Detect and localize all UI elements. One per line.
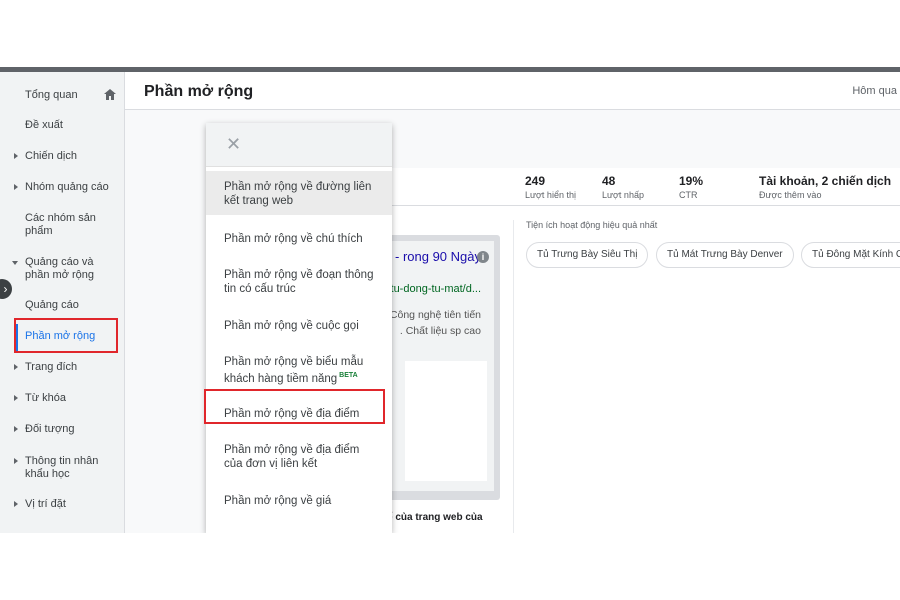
stat-label: Lượt hiển thị (525, 190, 576, 200)
page-title: Phần mở rộng (144, 83, 254, 100)
sidebar-item-label: Trang đích (25, 361, 78, 373)
menu-item-call[interactable]: Phần mở rộng về cuộc gọi (206, 310, 392, 340)
menu-item-lead-form[interactable]: Phần mở rộng về biểu mẫu khách hàng tiềm… (206, 346, 392, 390)
stat-label: Lượt nhấp (602, 190, 644, 200)
sidebar-item-product-groups[interactable]: Các nhóm sản phẩm (0, 212, 124, 240)
sidebar-item-label: Thông tin nhân khẩu học (25, 455, 99, 480)
sidebar-item-ads[interactable]: Quảng cáo (0, 299, 124, 315)
extension-chip[interactable]: Tủ Mát Trưng Bày Denver (656, 242, 794, 268)
info-icon[interactable]: i (477, 251, 489, 263)
sidebar-item-demographics[interactable]: Thông tin nhân khẩu học (0, 455, 124, 483)
stat-value: 249 (525, 174, 546, 188)
section-text: ể của trang web của (387, 512, 483, 523)
menu-item-label: Phần mở rộng về giá (224, 495, 332, 507)
stat-label: Được thêm vào (759, 190, 822, 200)
stat-value: 19% (679, 174, 704, 188)
stat-impressions: 249 Lượt hiển thị (525, 174, 576, 200)
chevron-right-icon (14, 501, 18, 507)
highlight-box-location (204, 389, 385, 424)
menu-item-structured-snippet[interactable]: Phần mở rộng về đoạn thông tin có cấu tr… (206, 259, 392, 303)
sidebar-item-label: Quảng cáo (25, 299, 79, 311)
menu-item-label: Phần mở rộng về chú thích (224, 233, 363, 245)
column-divider (513, 220, 514, 533)
sidebar-item-label: Đối tượng (25, 423, 75, 435)
dropdown-header: ✕ (206, 123, 392, 167)
close-icon[interactable]: ✕ (226, 134, 241, 154)
stat-value: 48 (602, 174, 616, 188)
menu-item-label: Phần mở rộng về địa điểm của đơn vị liên… (224, 444, 360, 470)
menu-item-label: Phần mở rộng về đường liên kết trang web (224, 181, 372, 207)
stat-label: CTR (679, 190, 698, 200)
sidebar-item-label: Vị trí đặt (25, 498, 66, 510)
menu-item-price[interactable]: Phần mở rộng về giá (206, 485, 392, 515)
chevron-right-icon (14, 364, 18, 370)
chevron-down-icon (12, 261, 18, 265)
stat-clicks: 48 Lượt nhấp (602, 174, 644, 200)
extension-chip[interactable]: Tủ Đông Mặt Kính C (801, 242, 900, 268)
sidebar-item-label: Chiến dịch (25, 150, 77, 162)
sidebar-item-landing-pages[interactable]: Trang đích (0, 361, 124, 377)
stats-bar: 249 Lượt hiển thị 48 Lượt nhấp 19% CTR T… (392, 174, 900, 206)
sidebar: Tổng quan Đề xuất Chiến dịch Nhóm quảng … (0, 72, 125, 533)
sidebar-item-ad-groups[interactable]: Nhóm quảng cáo (0, 181, 124, 197)
extension-chip[interactable]: Tủ Trưng Bày Siêu Thị (526, 242, 649, 268)
chevron-right-icon (14, 458, 18, 464)
chevron-right-icon (14, 426, 18, 432)
chevron-right-icon: › (3, 282, 8, 296)
chevron-right-icon (14, 153, 18, 159)
sidebar-item-label: Quảng cáo và phần mở rộng (25, 256, 94, 281)
stat-ctr: 19% CTR (679, 174, 703, 200)
sidebar-item-ads-extensions[interactable]: Quảng cáo và phần mở rộng (0, 256, 124, 284)
extension-type-dropdown: ✕ Phần mở rộng về đường liên kết trang w… (206, 123, 392, 533)
sidebar-item-placements[interactable]: Vị trí đặt (0, 498, 124, 514)
sidebar-item-label: Các nhóm sản phẩm (25, 212, 96, 237)
ad-extension-area (405, 361, 487, 481)
chevron-right-icon (14, 184, 18, 190)
menu-item-label: Phần mở rộng về cuộc gọi (224, 320, 359, 332)
sidebar-item-campaigns[interactable]: Chiến dịch (0, 150, 124, 166)
menu-item-label: Phần mở rộng về biểu mẫu khách hàng tiềm… (224, 356, 364, 385)
sidebar-item-overview[interactable]: Tổng quan (0, 89, 124, 105)
page-header: Phần mở rộng Hôm qua (125, 72, 900, 110)
menu-item-callout[interactable]: Phần mở rộng về chú thích (206, 223, 392, 253)
home-icon (104, 89, 116, 100)
best-performing-label: Tiện ích hoạt động hiệu quả nhất (526, 220, 658, 230)
sidebar-item-label: Nhóm quảng cáo (25, 181, 109, 193)
highlight-box-extensions (14, 318, 118, 353)
stat-value: Tài khoản, 2 chiến dịch (759, 174, 892, 188)
sidebar-item-recommendations[interactable]: Đề xuất (0, 119, 124, 135)
chevron-right-icon (14, 395, 18, 401)
menu-item-affiliate-location[interactable]: Phần mở rộng về địa điểm của đơn vị liên… (206, 434, 392, 478)
stat-added-to: Tài khoản, 2 chiến dịch Được thêm vào (759, 174, 891, 200)
sidebar-item-label: Từ khóa (25, 392, 66, 404)
menu-item-sitelink[interactable]: Phần mở rộng về đường liên kết trang web (206, 171, 392, 215)
date-range-selector[interactable]: Hôm qua (852, 85, 897, 97)
menu-item-label: Phần mở rộng về đoạn thông tin có cấu tr… (224, 269, 374, 295)
sidebar-item-keywords[interactable]: Từ khóa (0, 392, 124, 408)
app-window: Tổng quan Đề xuất Chiến dịch Nhóm quảng … (0, 67, 900, 533)
beta-badge: BETA (339, 372, 358, 379)
sidebar-item-label: Đề xuất (25, 119, 63, 131)
sidebar-item-audiences[interactable]: Đối tượng (0, 423, 124, 439)
